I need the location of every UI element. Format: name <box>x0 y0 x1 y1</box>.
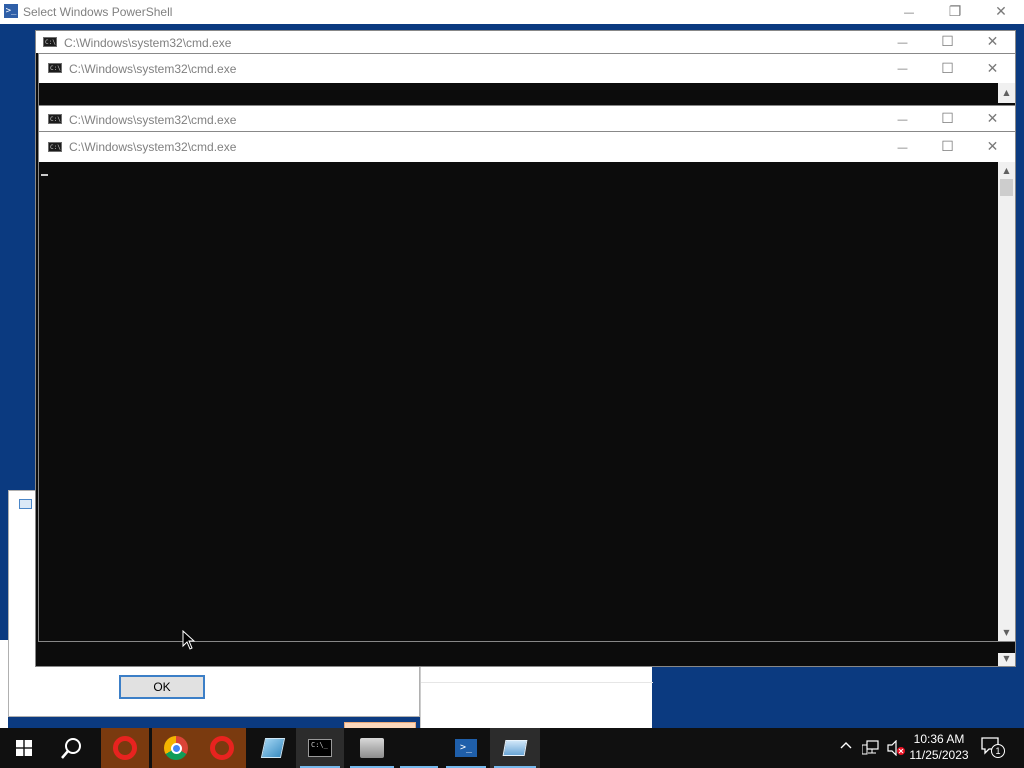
cmd-icon: C:\ <box>48 114 62 124</box>
cmd-2-titlebar[interactable]: C:\ C:\Windows\system32\cmd.exe — ☐ ✕ <box>39 54 1015 83</box>
chevron-up-icon <box>840 742 852 749</box>
search-icon <box>61 738 81 759</box>
restore-icon[interactable]: ❐ <box>932 0 978 24</box>
taskbar-chrome[interactable] <box>152 728 200 768</box>
close-icon[interactable]: ✕ <box>970 132 1015 162</box>
cmd-icon: C:\ <box>43 37 57 47</box>
taskbar: C:\_ >_ 10:36 AM 11/25/2023 1 <box>0 728 1024 768</box>
powershell-icon: >_ <box>455 739 477 757</box>
scroll-down-icon[interactable]: ▼ <box>998 624 1015 641</box>
minimize-icon[interactable]: — <box>886 0 932 24</box>
minimize-icon[interactable]: — <box>880 31 925 53</box>
scroll-thumb[interactable] <box>1000 179 1013 196</box>
opera-icon <box>210 736 234 760</box>
cmd-icon: C:\ <box>48 63 62 73</box>
clock-date: 11/25/2023 <box>909 748 969 762</box>
cmd-icon: C:\ <box>48 142 62 152</box>
close-icon[interactable]: ✕ <box>970 31 1015 53</box>
text-cursor <box>41 174 48 176</box>
cmd-4-titlebar[interactable]: C:\ C:\Windows\system32\cmd.exe — ☐ ✕ <box>39 132 1015 162</box>
taskbar-server-manager[interactable] <box>348 728 396 768</box>
cmd-1-scrollbar[interactable]: ▼ <box>998 653 1015 666</box>
cmd-3-titlebar[interactable]: C:\ C:\Windows\system32\cmd.exe — ☐ ✕ <box>39 106 1015 132</box>
scroll-down-icon[interactable]: ▼ <box>998 650 1015 667</box>
close-icon[interactable]: ✕ <box>978 0 1024 24</box>
cmd-window-active: C:\ C:\Windows\system32\cmd.exe — ☐ ✕ ▲ … <box>38 131 1016 642</box>
taskbar-opera-2[interactable] <box>198 728 246 768</box>
action-center-button[interactable]: 1 <box>980 736 1010 760</box>
cmd-1-titlebar[interactable]: C:\ C:\Windows\system32\cmd.exe — ☐ ✕ <box>36 31 1015 53</box>
minimize-icon[interactable]: — <box>880 132 925 162</box>
cmd-console-output[interactable] <box>39 162 999 641</box>
maximize-icon[interactable]: ☐ <box>925 54 970 83</box>
maximize-icon[interactable]: ☐ <box>925 132 970 162</box>
notepad-icon <box>260 738 286 758</box>
taskbar-window-app[interactable] <box>490 728 540 768</box>
minimize-icon[interactable]: — <box>880 106 925 132</box>
taskbar-running-slot[interactable] <box>396 728 442 768</box>
clock[interactable]: 10:36 AM 11/25/2023 <box>906 731 972 765</box>
notification-badge: 1 <box>991 744 1005 758</box>
close-icon[interactable]: ✕ <box>970 106 1015 132</box>
powershell-icon: >_ <box>4 4 18 18</box>
scroll-up-icon[interactable]: ▲ <box>998 162 1015 179</box>
taskbar-powershell[interactable]: >_ <box>442 728 490 768</box>
cmd-4-scrollbar[interactable]: ▲ ▼ <box>998 162 1015 641</box>
maximize-icon[interactable]: ☐ <box>925 31 970 53</box>
cmd-2-title: C:\Windows\system32\cmd.exe <box>69 62 237 76</box>
close-icon[interactable]: ✕ <box>970 54 1015 83</box>
powershell-titlebar[interactable]: >_ Select Windows PowerShell — ❐ ✕ <box>0 0 1024 24</box>
volume-muted-icon[interactable] <box>886 739 906 757</box>
dialog-icon <box>19 499 32 509</box>
windows-logo-icon <box>16 740 32 756</box>
cmd-3-title: C:\Windows\system32\cmd.exe <box>69 113 237 127</box>
ok-button[interactable]: OK <box>119 675 205 699</box>
search-button[interactable] <box>48 728 96 768</box>
cmd-4-title: C:\Windows\system32\cmd.exe <box>69 140 237 154</box>
taskbar-cmd[interactable]: C:\_ <box>296 728 344 768</box>
window-app-icon <box>502 740 528 756</box>
taskbar-opera-1[interactable] <box>101 728 149 768</box>
cmd-icon: C:\_ <box>308 739 332 757</box>
show-hidden-icons-button[interactable] <box>837 738 855 758</box>
opera-icon <box>113 736 137 760</box>
minimize-icon[interactable]: — <box>880 54 925 83</box>
background-window-fragment <box>0 640 8 728</box>
network-icon[interactable] <box>861 740 880 756</box>
mouse-pointer-icon <box>182 630 196 650</box>
cmd-1-title: C:\Windows\system32\cmd.exe <box>64 36 232 50</box>
maximize-icon[interactable]: ☐ <box>925 106 970 132</box>
clock-time: 10:36 AM <box>913 732 965 746</box>
scroll-up-icon[interactable]: ▲ <box>998 84 1015 101</box>
cmd-2-scrollbar[interactable]: ▲ <box>998 83 1015 103</box>
start-button[interactable] <box>0 728 48 768</box>
chrome-icon <box>164 736 188 760</box>
server-manager-icon <box>360 738 384 758</box>
powershell-title: Select Windows PowerShell <box>23 5 173 19</box>
taskbar-notepad[interactable] <box>249 728 297 768</box>
